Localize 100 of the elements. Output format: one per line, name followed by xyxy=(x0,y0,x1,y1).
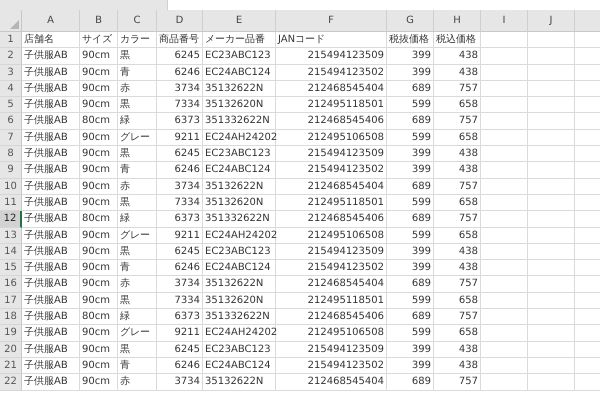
table-cell: 351332622N xyxy=(203,309,276,326)
table-cell: 子供服AB xyxy=(22,244,80,260)
table-cell: 子供服AB xyxy=(22,309,80,326)
table-cell: 赤 xyxy=(118,374,157,391)
table-cell: 399 xyxy=(387,260,434,276)
empty-cell xyxy=(481,64,528,81)
row-header[interactable]: 10 xyxy=(0,178,22,195)
table-cell: 7334 xyxy=(157,194,203,212)
row-header[interactable]: 14 xyxy=(0,244,22,260)
table-cell: 599 xyxy=(387,97,434,114)
column-header[interactable]: D xyxy=(157,10,203,32)
empty-cell xyxy=(528,228,575,244)
empty-cell xyxy=(528,194,575,212)
table-cell: 399 xyxy=(387,358,434,374)
row-header[interactable]: 12 xyxy=(0,211,22,228)
table-cell: 3734 xyxy=(157,276,203,293)
table-cell: 215494123502 xyxy=(276,64,387,81)
column-header[interactable]: C xyxy=(118,10,157,32)
column-header[interactable]: G xyxy=(387,10,434,32)
table-cell: 赤 xyxy=(118,178,157,195)
table-cell: 子供服AB xyxy=(22,113,80,130)
table-cell: 599 xyxy=(387,194,434,212)
row-header[interactable]: 13 xyxy=(0,228,22,244)
row-header[interactable]: 2 xyxy=(0,48,22,65)
table-cell: EC23ABC123 xyxy=(203,342,276,358)
formula-bar[interactable] xyxy=(167,0,600,10)
row-header[interactable]: 11 xyxy=(0,194,22,212)
row-header[interactable]: 8 xyxy=(0,146,22,162)
table-cell: 子供服AB xyxy=(22,48,80,65)
table-cell: 6245 xyxy=(157,244,203,260)
table-cell: 6246 xyxy=(157,64,203,81)
table-cell: 黒 xyxy=(118,146,157,162)
row-header[interactable]: 22 xyxy=(0,374,22,391)
table-cell: 35132622N xyxy=(203,80,276,98)
table-cell: EC24AH24202 xyxy=(203,228,276,244)
table-cell: 6373 xyxy=(157,309,203,326)
row-header[interactable]: 5 xyxy=(0,97,22,114)
empty-cell xyxy=(481,32,528,48)
row-header[interactable]: 15 xyxy=(0,260,22,276)
table-cell: 90cm xyxy=(80,276,118,293)
empty-cell xyxy=(528,309,575,326)
table-cell: 90cm xyxy=(80,178,118,195)
table-cell: 税抜価格 xyxy=(387,32,434,48)
empty-cell xyxy=(481,228,528,244)
empty-cell xyxy=(528,325,575,342)
empty-cell xyxy=(528,358,575,374)
table-cell: 658 xyxy=(434,97,481,114)
row-header[interactable]: 7 xyxy=(0,130,22,146)
row-header[interactable]: 9 xyxy=(0,162,22,179)
column-header[interactable]: A xyxy=(22,10,80,32)
table-cell: 689 xyxy=(387,113,434,130)
table-cell: サイズ xyxy=(80,32,118,48)
table-cell: 90cm xyxy=(80,342,118,358)
table-cell: EC24ABC124 xyxy=(203,260,276,276)
table-cell: 212495118501 xyxy=(276,292,387,310)
row-header[interactable]: 6 xyxy=(0,113,22,130)
empty-cell xyxy=(528,342,575,358)
triangle-icon xyxy=(10,20,19,29)
table-cell: 90cm xyxy=(80,228,118,244)
empty-cell xyxy=(528,32,575,48)
column-header[interactable]: H xyxy=(434,10,481,32)
table-cell: 689 xyxy=(387,80,434,98)
row-header[interactable]: 3 xyxy=(0,64,22,81)
table-cell: EC24AH24202 xyxy=(203,325,276,342)
row-header[interactable]: 1 xyxy=(0,32,22,48)
column-header[interactable]: E xyxy=(203,10,276,32)
row-header[interactable]: 21 xyxy=(0,358,22,374)
column-header[interactable]: J xyxy=(528,10,575,32)
table-cell: 子供服AB xyxy=(22,211,80,228)
select-all-button[interactable] xyxy=(0,10,22,32)
table-cell: 212495106508 xyxy=(276,325,387,342)
row-header[interactable]: 16 xyxy=(0,276,22,293)
table-cell: JANコード xyxy=(276,32,387,48)
table-cell: 子供服AB xyxy=(22,260,80,276)
table-cell: カラー xyxy=(118,32,157,48)
row-header[interactable]: 18 xyxy=(0,309,22,326)
table-cell: メーカー品番 xyxy=(203,32,276,48)
table-cell: 757 xyxy=(434,113,481,130)
table-cell: 緑 xyxy=(118,113,157,130)
table-cell: 658 xyxy=(434,228,481,244)
table-cell: 6373 xyxy=(157,113,203,130)
table-cell: 212468545404 xyxy=(276,178,387,195)
empty-cell xyxy=(528,260,575,276)
table-cell: 658 xyxy=(434,325,481,342)
row-header[interactable]: 4 xyxy=(0,80,22,98)
table-cell: EC24ABC124 xyxy=(203,64,276,81)
row-header[interactable]: 20 xyxy=(0,342,22,358)
table-cell: 6246 xyxy=(157,358,203,374)
table-cell: 90cm xyxy=(80,194,118,212)
column-header[interactable]: I xyxy=(481,10,528,32)
table-cell: 90cm xyxy=(80,358,118,374)
table-cell: 子供服AB xyxy=(22,276,80,293)
column-header[interactable]: F xyxy=(276,10,387,32)
column-header[interactable] xyxy=(575,10,600,32)
row-header[interactable]: 19 xyxy=(0,325,22,342)
row-header[interactable]: 17 xyxy=(0,292,22,310)
column-header[interactable]: B xyxy=(80,10,118,32)
table-cell: 599 xyxy=(387,130,434,146)
table-cell: 子供服AB xyxy=(22,292,80,310)
table-cell: 438 xyxy=(434,358,481,374)
